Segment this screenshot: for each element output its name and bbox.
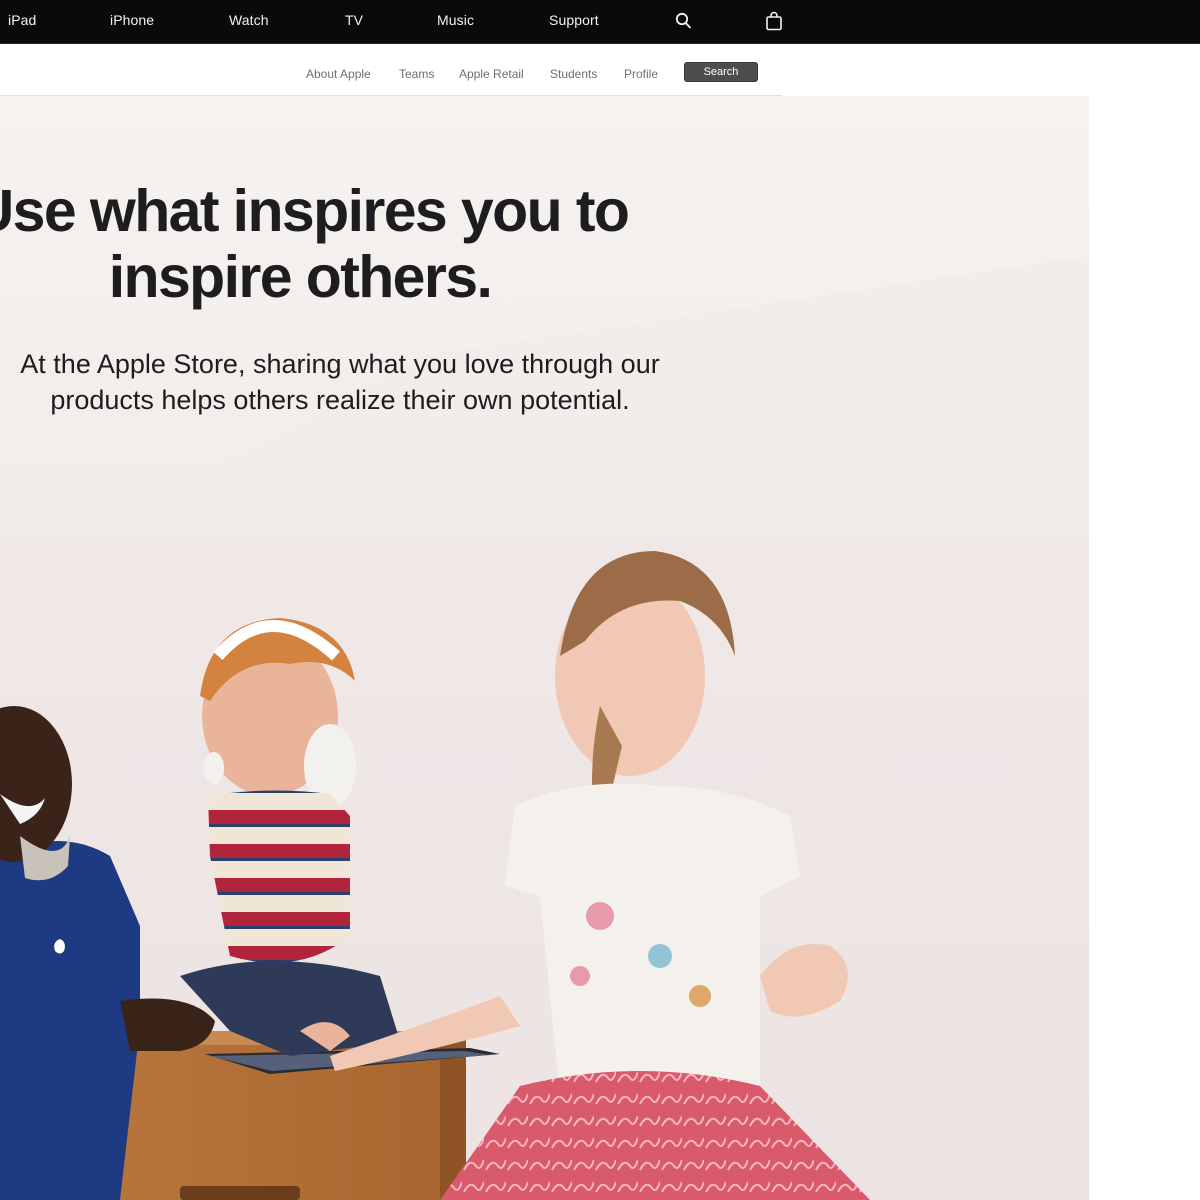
hero-section: Use what inspires you to inspire others.…	[0, 96, 1089, 1200]
nav-item-tv[interactable]: TV	[345, 12, 363, 28]
headline-line-1: Use what inspires you to	[0, 178, 630, 244]
nav-item-watch[interactable]: Watch	[229, 12, 269, 28]
nav-item-iphone[interactable]: iPhone	[110, 12, 154, 28]
nav-item-music[interactable]: Music	[437, 12, 474, 28]
local-link-teams[interactable]: Teams	[399, 67, 434, 81]
local-link-profile[interactable]: Profile	[624, 67, 658, 81]
nav-item-ipad[interactable]: iPad	[8, 12, 36, 28]
global-nav: iPad iPhone Watch TV Music Support	[0, 0, 1200, 44]
hero-headline: Use what inspires you to inspire others.	[0, 178, 960, 310]
hero-subcopy: At the Apple Store, sharing what you lov…	[0, 346, 1040, 418]
headline-line-2: inspire others.	[108, 244, 493, 310]
search-button[interactable]: Search	[684, 62, 758, 82]
nav-item-support[interactable]: Support	[549, 12, 599, 28]
bag-icon[interactable]	[765, 11, 783, 36]
search-icon[interactable]	[675, 11, 693, 36]
local-link-students[interactable]: Students	[550, 67, 597, 81]
local-link-about-apple[interactable]: About Apple	[306, 67, 371, 81]
subcopy-line-2: products helps others realize their own …	[50, 385, 630, 415]
local-nav: About Apple Teams Apple Retail Students …	[0, 44, 782, 96]
subcopy-line-1: At the Apple Store, sharing what you lov…	[20, 349, 660, 379]
page-background	[1089, 96, 1200, 1200]
local-link-apple-retail[interactable]: Apple Retail	[459, 67, 524, 81]
